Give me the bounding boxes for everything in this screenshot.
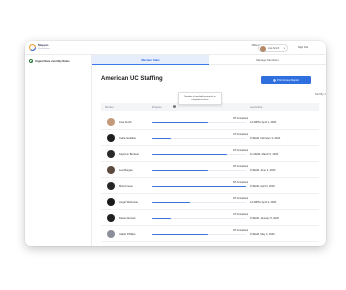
progress-bar — [152, 170, 246, 172]
last-activity: 12:49PM, April 3, 2020 — [250, 200, 277, 204]
table-row[interactable]: Lea Burgan 3/5 Completed 9:49AM, June 3,… — [101, 162, 319, 178]
chevron-down-icon: ▾ — [283, 47, 285, 50]
progress-status: 4/5 Completed — [233, 149, 248, 152]
last-activity: 9:49AM, April 3, 2020 — [250, 184, 275, 188]
progress-status: 2/5 Completed — [233, 197, 248, 200]
tab-manage-members[interactable]: Manage Members — [209, 55, 326, 65]
printer-icon — [273, 78, 276, 82]
last-activity: 9:49AM, January 5, 2020 — [250, 216, 279, 220]
progress-bar-fill — [152, 202, 190, 204]
table-row[interactable]: Lisa Smith 3/5 Completed 12:49PM, April … — [101, 114, 319, 130]
last-activity: 9:49AM, June 3, 2020 — [250, 168, 276, 172]
user-name: Lisa Smith — [268, 47, 280, 51]
sidebar-item-label: Urgent Rare monthly Rules — [35, 59, 70, 63]
avatar — [107, 214, 115, 222]
progress-bar — [152, 154, 246, 156]
sign-out-link[interactable]: Sign Out — [298, 46, 308, 49]
avatar — [107, 230, 115, 238]
progress-status: 3/5 Completed — [233, 117, 248, 120]
progress-bar-fill — [152, 122, 209, 124]
progress-status: 1/5 Completed — [233, 213, 248, 216]
last-activity: 9:49AM, May 3, 2020 — [250, 232, 275, 236]
sidebar-item-rules[interactable]: Urgent Rare monthly Rules — [28, 57, 90, 66]
member-name: Carla Gelidine — [119, 136, 137, 140]
avatar — [107, 134, 115, 142]
member-name: Lisa Smith — [119, 120, 132, 124]
main-content: American UC Staffing Print Group Report … — [92, 65, 326, 246]
progress-status: 3/5 Completed — [233, 165, 248, 168]
progress-bar — [152, 122, 246, 124]
member-name: Mica Fouse — [119, 184, 133, 188]
last-activity: 11:49AM, March 5, 2020 — [250, 152, 279, 156]
sort-dropdown[interactable]: Sort By▾ — [315, 93, 326, 96]
member-name: Angel Workman — [119, 200, 139, 204]
column-header-last-activity[interactable]: Last Activity — [250, 106, 263, 109]
progress-status: 3/5 Completed — [233, 229, 248, 232]
table-row[interactable]: Davie Demart 1/5 Completed 9:49AM, Janua… — [101, 210, 319, 226]
progress-bar-fill — [152, 234, 209, 236]
print-report-label: Print Group Report — [277, 78, 299, 82]
progress-tooltip: Number of available protocols in complet… — [178, 92, 222, 105]
avatar — [107, 182, 115, 190]
column-header-member[interactable]: Member — [105, 106, 114, 109]
sidebar: Urgent Rare monthly Rules — [25, 55, 92, 246]
progress-bar-fill — [152, 218, 171, 220]
tab-member-stats[interactable]: Member Stats — [92, 55, 209, 65]
avatar — [107, 150, 115, 158]
tab-bar: Member Stats Manage Members — [92, 55, 326, 65]
radio-selected-icon — [29, 59, 33, 63]
brand-subtitle: Workstation — [38, 48, 50, 50]
avatar — [107, 198, 115, 206]
table-row[interactable]: Carla Gelidine 1/5 Completed 9:49AM, Feb… — [101, 130, 319, 146]
avatar — [107, 118, 115, 126]
page-title: American UC Staffing — [101, 76, 163, 82]
table-row[interactable]: Jakob Phillips 3/5 Completed 9:49AM, May… — [101, 226, 319, 242]
progress-bar — [152, 218, 246, 220]
progress-status: 1/5 Completed — [233, 133, 248, 136]
avatar — [107, 166, 115, 174]
member-name: Lea Burgan — [119, 168, 133, 172]
progress-bar-fill — [152, 138, 171, 140]
tooltip-line-2: completed course — [191, 98, 209, 101]
column-header-progress[interactable]: Progress — [152, 106, 162, 109]
last-activity: 12:49PM, April 1, 2020 — [250, 120, 277, 124]
member-name: Kaybrun Bunteer — [119, 152, 140, 156]
table-row[interactable]: Kaybrun Bunteer 4/5 Completed 11:49AM, M… — [101, 146, 319, 162]
progress-bar — [152, 234, 246, 236]
progress-bar-fill — [152, 186, 246, 188]
chevron-down-icon: ▾ — [324, 93, 326, 96]
member-name: Jakob Phillips — [119, 232, 136, 236]
table-row[interactable]: Mica Fouse 5/5 Completed 9:49AM, April 3… — [101, 178, 319, 194]
print-report-button[interactable]: Print Group Report — [261, 76, 311, 84]
avatar — [260, 46, 266, 52]
last-activity: 9:49AM, February 3, 2020 — [250, 136, 281, 140]
brand-name: Mappio — [38, 43, 49, 47]
app-window: Mappio Workstation Office Assistant Your… — [25, 41, 326, 246]
info-icon[interactable]: i — [173, 105, 176, 108]
progress-bar — [152, 138, 246, 140]
progress-status: 5/5 Completed — [233, 181, 248, 184]
user-menu[interactable]: Lisa Smith ▾ — [258, 44, 288, 52]
progress-bar-fill — [152, 170, 209, 172]
top-bar: Mappio Workstation Office Assistant Your… — [25, 41, 326, 55]
progress-bar-fill — [152, 154, 228, 156]
progress-bar — [152, 186, 246, 188]
sort-label: Sort By — [315, 93, 324, 96]
mappio-logo-icon — [29, 44, 36, 51]
table-row[interactable]: Angel Workman 2/5 Completed 12:49PM, Apr… — [101, 194, 319, 210]
member-name: Davie Demart — [119, 216, 136, 220]
progress-bar — [152, 202, 246, 204]
